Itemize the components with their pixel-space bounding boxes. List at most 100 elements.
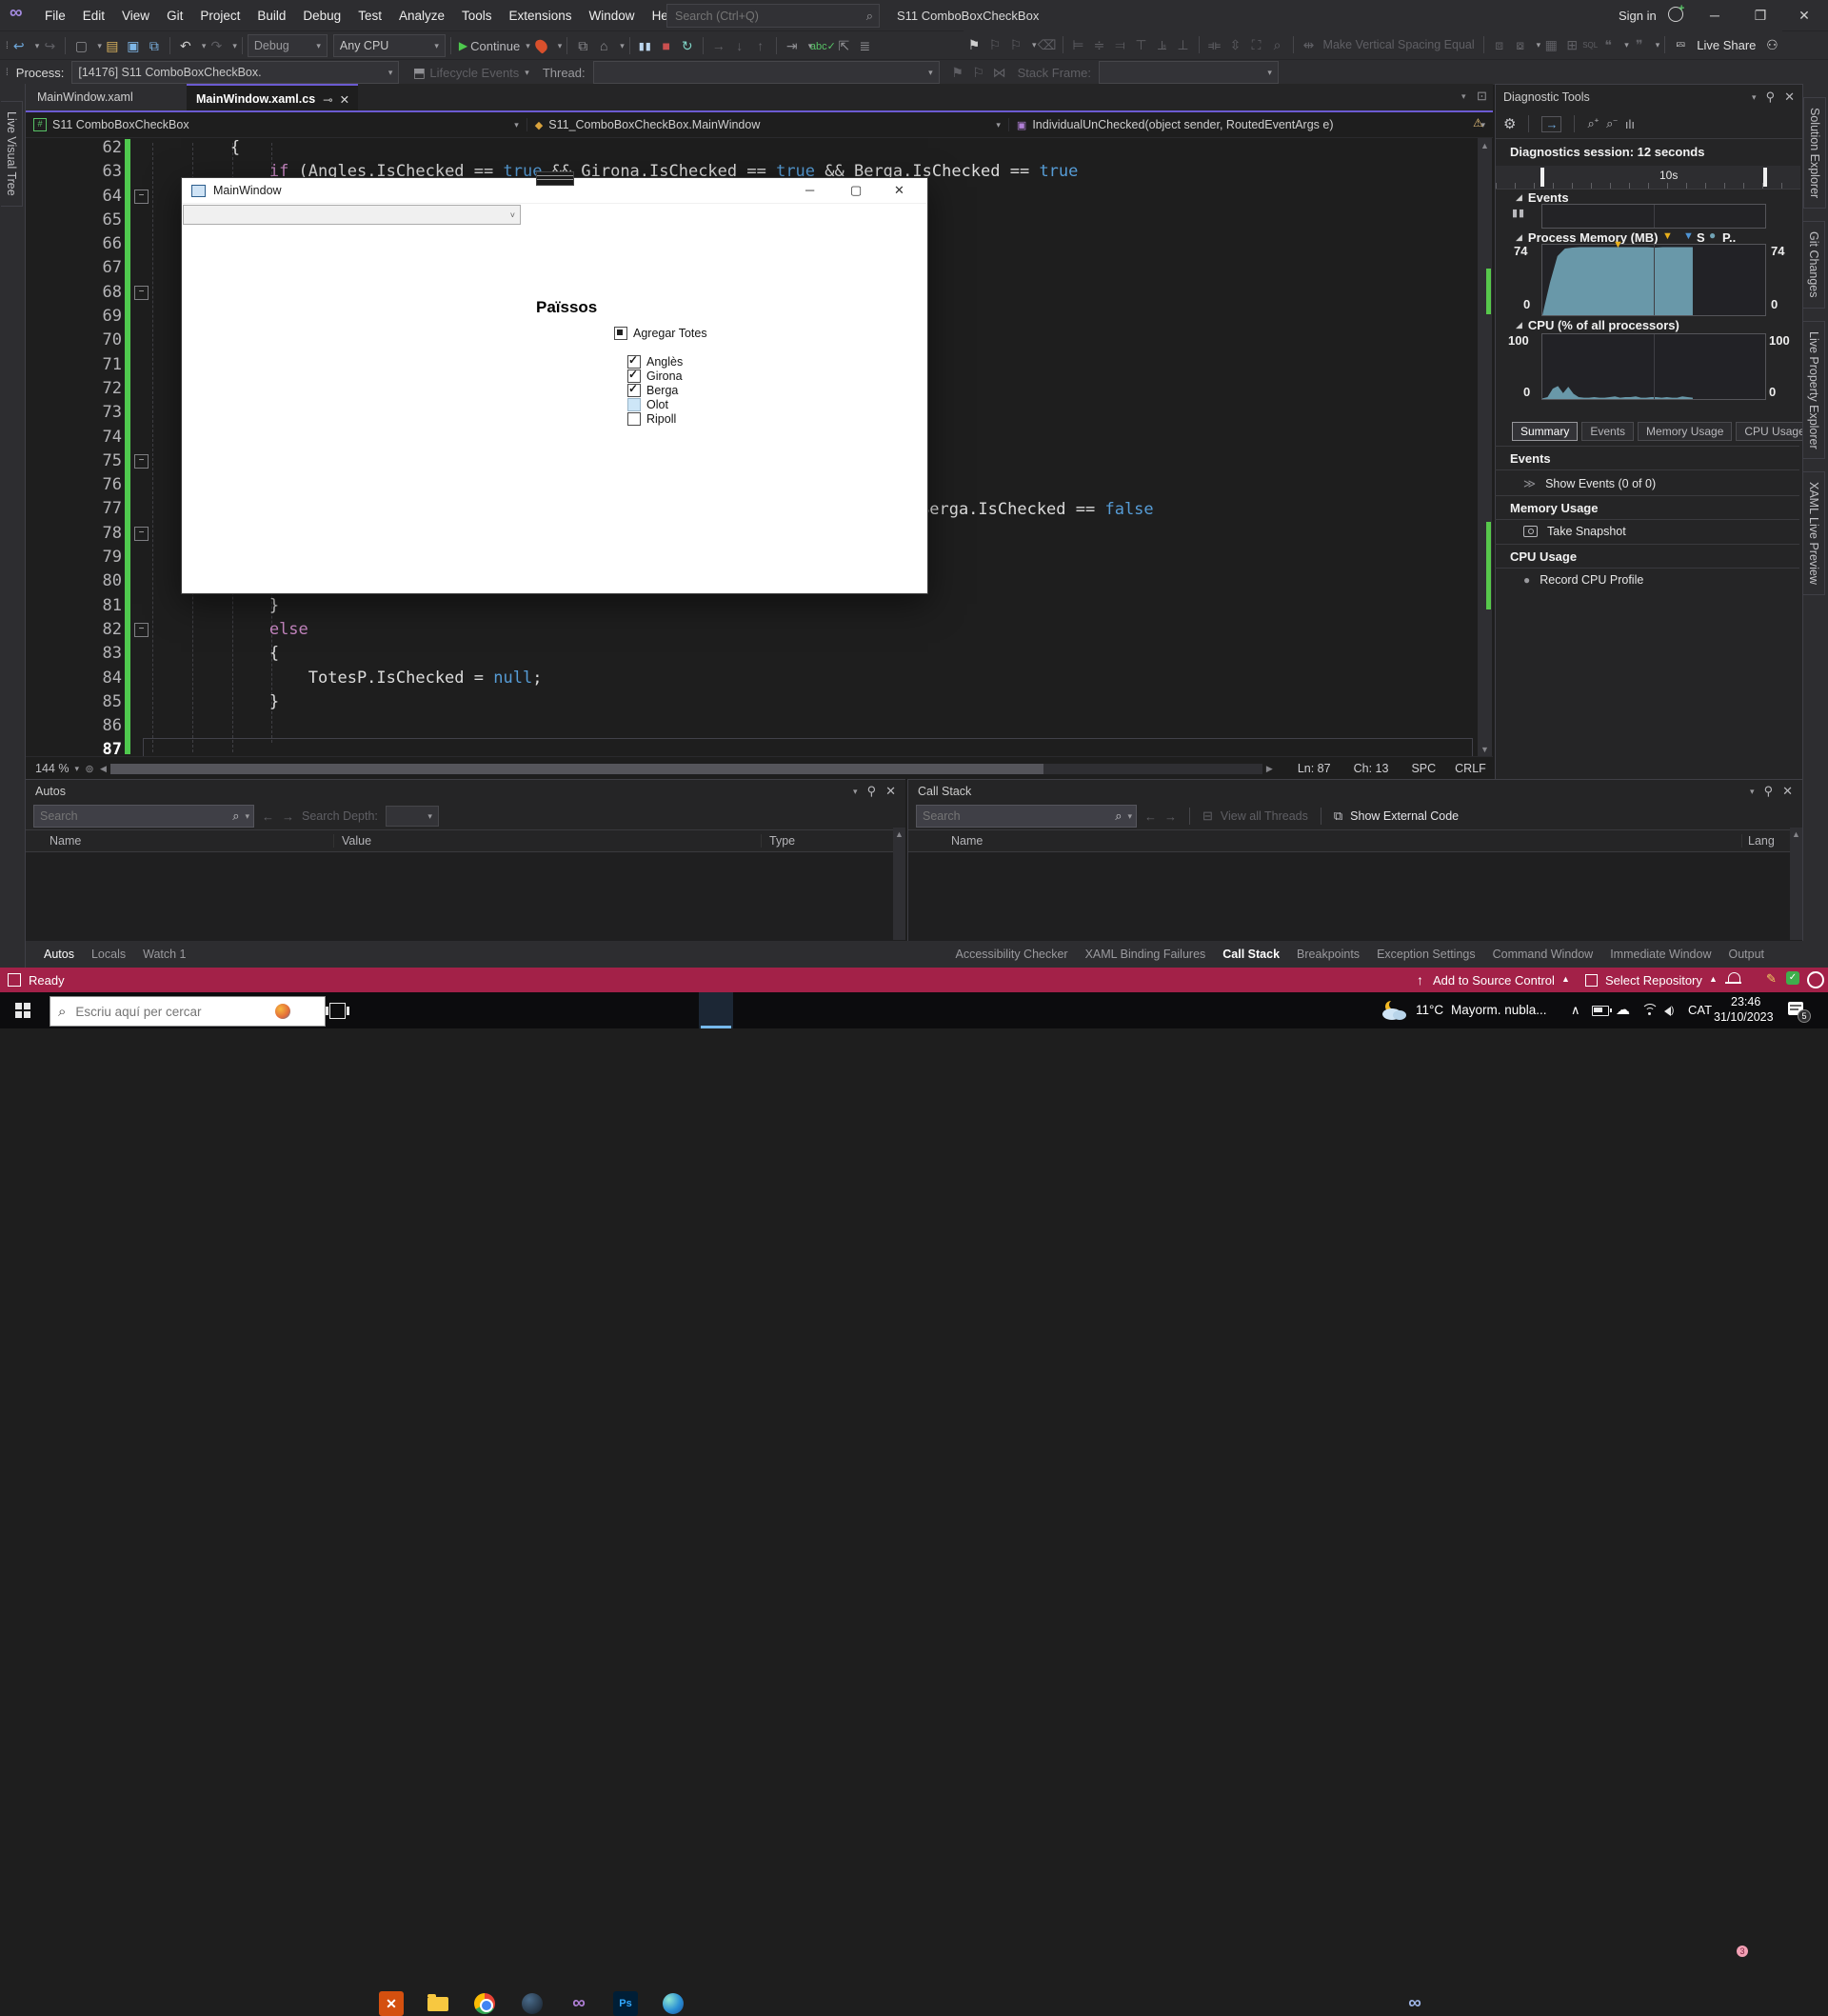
- callstack-search-box[interactable]: ⌕▾: [916, 805, 1137, 828]
- prev-bookmark-button[interactable]: ⚐: [984, 33, 1005, 56]
- callstack-search-input[interactable]: [921, 808, 1067, 824]
- select-repository-button[interactable]: Select Repository: [1605, 973, 1702, 988]
- size-to-content-button[interactable]: ⟚: [1204, 33, 1225, 56]
- code-line-82[interactable]: else: [152, 618, 308, 642]
- active-app-tile[interactable]: ∞: [699, 992, 1421, 2013]
- fold-marker[interactable]: −: [134, 190, 149, 204]
- memory-section-header[interactable]: Process Memory (MB): [1528, 230, 1659, 245]
- solution-config-dropdown[interactable]: Debug ▾: [247, 34, 328, 57]
- file-explorer-icon[interactable]: [426, 1991, 450, 2016]
- scroll-right-arrow[interactable]: ▶: [1266, 764, 1273, 774]
- events-pause-icon[interactable]: ▮▮: [1512, 207, 1525, 219]
- quick-search-input[interactable]: [673, 8, 839, 24]
- dark-globe-app-icon[interactable]: [520, 1991, 545, 2016]
- align-middle-button[interactable]: ⫡: [1152, 33, 1173, 56]
- close-button[interactable]: ✕: [1794, 4, 1815, 27]
- show-external-code-button[interactable]: Show External Code: [1350, 809, 1459, 823]
- speaker-icon[interactable]: ): [1664, 1005, 1674, 1019]
- autos-col-type[interactable]: Type: [761, 834, 795, 848]
- ruler-start-marker[interactable]: [1540, 168, 1544, 187]
- step-out-button[interactable]: ↑: [750, 34, 771, 57]
- code-line-81[interactable]: }: [152, 594, 279, 618]
- health-check-icon[interactable]: ✓: [1786, 971, 1799, 985]
- callstack-col-lang[interactable]: Lang: [1741, 834, 1777, 848]
- start-button[interactable]: [15, 1003, 30, 1018]
- bottom-tab-watch1[interactable]: Watch 1: [134, 944, 194, 965]
- grid-button[interactable]: ⊞: [1561, 33, 1582, 56]
- align-top-button[interactable]: ⊤: [1131, 33, 1152, 56]
- spell-check-button[interactable]: abc✓: [810, 34, 836, 57]
- menu-build[interactable]: Build: [248, 0, 294, 30]
- events-collapse-icon[interactable]: ◢: [1516, 192, 1522, 203]
- checkbox-row-ripoll[interactable]: Ripoll: [627, 412, 676, 426]
- bottom-tab-exception-settings[interactable]: Exception Settings: [1368, 944, 1484, 965]
- ripoll-checkbox[interactable]: [627, 412, 641, 426]
- clock-date[interactable]: 31/10/2023: [1714, 1010, 1774, 1024]
- callstack-col-name[interactable]: Name: [951, 834, 1741, 848]
- checkbox-row-berga[interactable]: Berga: [627, 382, 678, 397]
- tab-live-property-explorer[interactable]: Live Property Explorer: [1803, 320, 1825, 460]
- menu-test[interactable]: Test: [349, 0, 390, 30]
- clock-time[interactable]: 23:46: [1731, 995, 1760, 1008]
- diag-export-icon[interactable]: →: [1541, 115, 1562, 132]
- fold-marker[interactable]: −: [134, 527, 149, 541]
- onedrive-cloud-icon[interactable]: ☁: [1616, 1001, 1630, 1018]
- zoom-level-dropdown[interactable]: 144 %: [35, 762, 69, 775]
- share-person-icon[interactable]: ⚇: [1761, 33, 1782, 56]
- menu-file[interactable]: File: [36, 0, 74, 30]
- code-line-77-fragment[interactable]: Berga.IsChecked == false: [920, 498, 1154, 522]
- stack-frame-dropdown[interactable]: ▾: [1098, 61, 1279, 84]
- record-cpu-link[interactable]: Record CPU Profile: [1540, 573, 1643, 587]
- tab-list-caret-icon[interactable]: ▾: [1461, 91, 1466, 102]
- same-height-button[interactable]: ⇳: [1225, 33, 1246, 56]
- restart-debug-button[interactable]: ↻: [677, 34, 698, 57]
- task-view-button[interactable]: [326, 1003, 349, 1019]
- callstack-menu-caret-icon[interactable]: ▾: [1750, 787, 1755, 797]
- open-file-button[interactable]: ▤: [102, 34, 123, 57]
- ruler-end-marker[interactable]: [1763, 168, 1767, 187]
- checkbox-row-angles[interactable]: Anglès: [627, 353, 683, 369]
- menu-extensions[interactable]: Extensions: [501, 0, 581, 30]
- spacing-icon[interactable]: ⇹: [1299, 33, 1320, 56]
- events-section-header[interactable]: Events: [1528, 190, 1569, 205]
- diag-zoom-in-icon[interactable]: ⌕⁺: [1587, 116, 1599, 131]
- clear-bookmarks-button[interactable]: ⌫: [1037, 33, 1058, 56]
- tab-git-changes[interactable]: Git Changes: [1803, 221, 1825, 309]
- hot-reload-icon[interactable]: [532, 37, 550, 54]
- autos-search-box[interactable]: ⌕▾: [33, 805, 254, 828]
- lifecycle-events-dropdown[interactable]: Lifecycle Events: [429, 66, 519, 80]
- restore-button[interactable]: ❐: [1750, 4, 1771, 27]
- panel-menu-caret-icon[interactable]: ▾: [1752, 92, 1757, 103]
- temperature-label[interactable]: 11°C: [1416, 1003, 1443, 1017]
- hidden-icons-chevron[interactable]: ∧: [1571, 1003, 1580, 1018]
- tab-live-visual-tree[interactable]: Live Visual Tree: [1, 101, 23, 207]
- take-snapshot-link[interactable]: Take Snapshot: [1547, 525, 1626, 538]
- code-line-84[interactable]: TotesP.IsChecked = null;: [152, 667, 543, 690]
- bookmark-button[interactable]: ⚑: [964, 33, 984, 56]
- tab-solution-explorer[interactable]: Solution Explorer: [1803, 97, 1826, 210]
- memory-chart[interactable]: ▼: [1541, 239, 1766, 316]
- fold-marker[interactable]: −: [134, 286, 149, 300]
- fold-marker[interactable]: −: [134, 623, 149, 637]
- autos-menu-caret-icon[interactable]: ▾: [853, 787, 858, 797]
- bottom-tab-autos[interactable]: Autos: [35, 944, 83, 965]
- show-external-code-icon[interactable]: ⧉: [1334, 808, 1342, 824]
- select-repo-caret-icon[interactable]: ▲: [1709, 974, 1718, 984]
- live-share-label[interactable]: Live Share: [1697, 38, 1756, 52]
- menu-git[interactable]: Git: [158, 0, 191, 30]
- same-size-button[interactable]: ⛶: [1246, 33, 1267, 56]
- code-line-85[interactable]: }: [152, 690, 279, 714]
- add-to-source-control-button[interactable]: Add to Source Control: [1433, 973, 1555, 988]
- autos-col-value[interactable]: Value: [333, 834, 761, 848]
- save-all-button[interactable]: ⧉: [144, 34, 165, 57]
- tab-mainwindow-xaml[interactable]: MainWindow.xaml: [26, 84, 197, 110]
- callstack-forward-icon[interactable]: →: [1164, 809, 1177, 824]
- battery-icon[interactable]: [1592, 1006, 1612, 1016]
- bottom-tab-breakpoints[interactable]: Breakpoints: [1288, 944, 1368, 965]
- menu-view[interactable]: View: [113, 0, 158, 30]
- preview-scroll-icon[interactable]: ⊚: [79, 757, 100, 780]
- diag-reset-view-icon[interactable]: ılı: [1625, 117, 1635, 131]
- zoom-designer-button[interactable]: ⌕: [1267, 33, 1288, 56]
- navigate-forward-button[interactable]: ↪: [39, 34, 60, 57]
- live-share-icon[interactable]: ⮹: [1670, 33, 1691, 56]
